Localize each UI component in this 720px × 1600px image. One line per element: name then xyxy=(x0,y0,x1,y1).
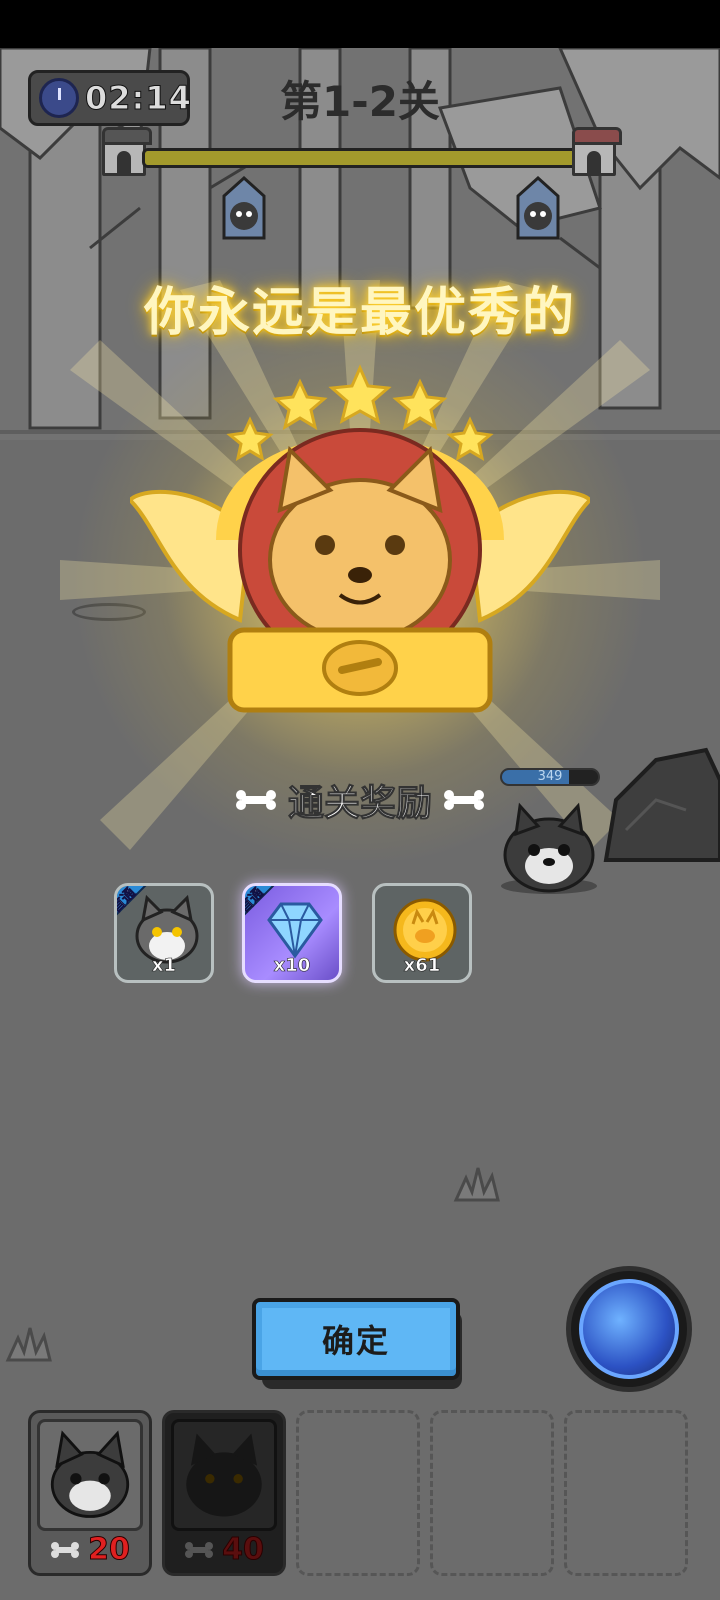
bone-icon xyxy=(235,790,276,810)
stage-progress-bar xyxy=(142,148,582,168)
husky-unit-icon xyxy=(37,1419,143,1531)
wave-marker-icon xyxy=(516,176,560,240)
reward-item[interactable]: x61 xyxy=(372,883,472,983)
reward-count: x1 xyxy=(151,955,177,977)
locked-unit-icon xyxy=(171,1419,277,1531)
reward-count: x10 xyxy=(273,955,311,977)
enemy-castle-icon xyxy=(572,127,622,176)
enemy-hp-bar: 349 xyxy=(500,768,600,786)
reward-title: 通关奖励 xyxy=(287,783,432,825)
unit-cost: 20 xyxy=(31,1532,149,1568)
unit-card-locked[interactable]: 40 xyxy=(162,1410,286,1576)
reward-count: x61 xyxy=(403,955,441,977)
unit-slot-empty xyxy=(564,1410,688,1576)
player-castle-icon xyxy=(102,127,152,176)
game-screen: 02:14 第1-2关 你永远是最优秀的 通关奖励 349 首通 x1 首通 x… xyxy=(0,0,720,1600)
status-bar xyxy=(0,0,720,48)
lightning-skill-icon xyxy=(579,1279,679,1379)
enemy-husky xyxy=(501,802,597,894)
reward-title-row: 通关奖励 xyxy=(210,772,510,828)
unit-cost-text: 40 xyxy=(222,1532,265,1568)
unit-slot-empty xyxy=(296,1410,420,1576)
grass-tuft xyxy=(5,1327,52,1362)
bone-icon xyxy=(51,1541,80,1558)
first-clear-tag: 首通 xyxy=(117,886,163,936)
rock-pile xyxy=(603,747,720,862)
bone-icon xyxy=(185,1541,214,1558)
wave-marker-icon xyxy=(222,176,266,240)
confirm-label: 确定 xyxy=(321,1322,390,1360)
confirm-button[interactable]: 确定 xyxy=(252,1298,460,1380)
grass-tuft xyxy=(453,1167,500,1202)
victory-badge-icon xyxy=(130,364,590,713)
first-clear-tag: 首通 xyxy=(245,886,291,936)
skill-button[interactable] xyxy=(566,1266,692,1392)
unit-cost-text: 20 xyxy=(88,1532,131,1568)
level-title: 第1-2关 xyxy=(280,77,440,126)
stage-progress-fill xyxy=(145,151,579,165)
reward-item[interactable]: 首通 x10 xyxy=(242,883,342,983)
reward-item[interactable]: 首通 x1 xyxy=(114,883,214,983)
victory-slogan: 你永远是最优秀的 xyxy=(143,283,576,343)
unit-cost: 40 xyxy=(165,1532,283,1568)
unit-card[interactable]: 20 xyxy=(28,1410,152,1576)
enemy-hp-text: 349 xyxy=(537,769,563,784)
unit-slot-empty xyxy=(430,1410,554,1576)
bone-icon xyxy=(444,790,484,810)
